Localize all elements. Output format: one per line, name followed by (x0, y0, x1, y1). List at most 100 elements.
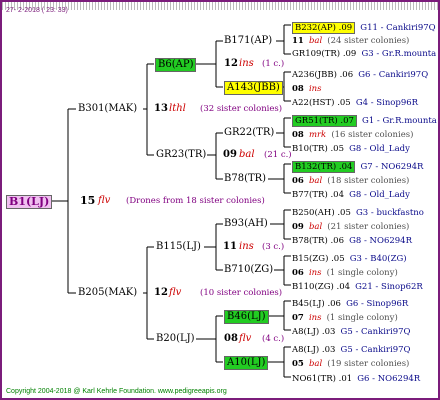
gen1-queen-race: lthl (169, 103, 186, 114)
gen4-drone-row: 05 bal (19 sister colonies) (292, 355, 409, 370)
gen3-queen-id[interactable]: B93(AH) (224, 218, 268, 230)
gen4-drone-row: 09 bal (21 sister colonies) (292, 218, 409, 233)
gen2-queen-number: 09 (223, 149, 237, 160)
gen4-queen-row: B250(AH) .05 G3 - buckfastno (292, 204, 424, 219)
gen4-queen-row: GR109(TR) .09 G3 - Gr.R.mounta (292, 45, 436, 60)
gen4-breeder: G6 - NO6294R (357, 374, 421, 384)
gen4-breeder: G3 - Gr.R.mounta (361, 49, 437, 59)
gen4-queen-row: B45(LJ) .06 G6 - Sinop96R (292, 295, 408, 310)
gen4-queen-id[interactable]: A22(HST) .05 (292, 98, 351, 108)
gen1-queen-id[interactable]: B301(MAK) (78, 103, 137, 115)
gen4-queen-row: B110(ZG) .04 G21 - Sinop62R (292, 278, 423, 293)
gen4-race: bal (308, 176, 323, 186)
gen3-queen-id[interactable]: B171(AP) (224, 35, 272, 47)
gen4-drone-row: 08 mrk (16 sister colonies) (292, 126, 413, 141)
gen4-race: mrk (308, 130, 327, 140)
gen3-queen-number: 12 (224, 58, 238, 69)
gen4-drone-row: 08 ins (292, 80, 322, 95)
gen3-queen-note: (4 c.) (262, 334, 285, 344)
gen1-queen-note: (10 sister colonies) (200, 288, 283, 298)
gen4-queen-id[interactable]: GR109(TR) .09 (292, 49, 356, 59)
gen4-queen-id[interactable]: A8(LJ) .03 (292, 345, 335, 355)
gen4-race: bal (308, 222, 323, 232)
gen4-breeder: G1 - Gr.R.mounta (362, 116, 437, 126)
gen1-queen-note: (32 sister colonies) (200, 104, 283, 114)
root-queen-number: 15 (80, 194, 96, 207)
gen4-drone-row: 06 ins (1 single colony) (292, 264, 398, 279)
gen4-breeder: G8 - Old_Lady (349, 144, 410, 154)
gen4-number: 08 (292, 84, 304, 94)
gen4-note: (18 sister colonies) (327, 176, 410, 186)
gen4-breeder: G3 - B40(ZG) (349, 254, 407, 264)
gen2-queen-id[interactable]: GR23(TR) (156, 149, 206, 161)
root-queen-race: flv (98, 195, 111, 206)
gen4-queen-id[interactable]: B15(ZG) .05 (292, 254, 345, 264)
gen4-queen-row: B132(TR) .04 G7 - NO6294R (292, 158, 423, 173)
gen4-number: 08 (292, 130, 304, 140)
gen4-queen-row: A8(LJ) .03 G5 - Cankiri97Q (292, 323, 411, 338)
gen3-queen-note: (1 c.) (262, 59, 285, 69)
gen1-queen-number: 12 (154, 287, 168, 298)
gen3-queen-id[interactable]: B710(ZG) (224, 264, 273, 276)
gen4-note: (1 single colony) (326, 268, 398, 278)
gen4-number: 09 (292, 222, 304, 232)
gen4-queen-id[interactable]: B77(TR) .04 (292, 190, 344, 200)
gen4-breeder: G21 - Sinop62R (355, 282, 423, 292)
gen3-queen-id[interactable]: A143(JBB) (224, 81, 283, 95)
gen2-queen-note: (3 c.) (262, 242, 285, 252)
gen4-queen-row: NO61(TR) .01 G6 - NO6294R (292, 370, 420, 385)
gen4-breeder: G8 - Old_Lady (349, 190, 410, 200)
gen3-queen-number: 08 (224, 333, 238, 344)
root-queen-note: (Drones from 18 sister colonies) (126, 196, 265, 206)
gen1-queen-race: flv (169, 287, 182, 298)
gen4-breeder: G6 - Sinop96R (346, 299, 409, 309)
gen3-queen-id[interactable]: GR22(TR) (224, 127, 274, 139)
gen4-number: 06 (292, 268, 304, 278)
gen1-queen-number: 13 (154, 103, 168, 114)
gen4-queen-id[interactable]: B78(TR) .06 (292, 236, 344, 246)
gen4-number: 05 (292, 359, 304, 369)
gen4-breeder: G7 - NO6294R (360, 162, 424, 172)
gen4-queen-row: B15(ZG) .05 G3 - B40(ZG) (292, 250, 407, 265)
gen3-queen-id[interactable]: A10(LJ) (224, 356, 269, 370)
gen4-breeder: G5 - Cankiri97Q (340, 327, 411, 337)
gen4-queen-row: B10(TR) .05 G8 - Old_Lady (292, 140, 410, 155)
gen2-queen-id[interactable]: B20(LJ) (156, 333, 195, 345)
gen2-queen-note: (21 c.) (264, 150, 292, 160)
gen4-queen-id[interactable]: B45(LJ) .06 (292, 299, 341, 309)
copyright-footer: Copyright 2004-2018 @ Karl Kehrle Founda… (6, 388, 227, 395)
gen4-breeder: G3 - buckfastno (355, 208, 424, 218)
gen4-queen-id[interactable]: A236(JBB) .06 (292, 70, 353, 80)
gen4-race: bal (308, 359, 323, 369)
gen3-queen-race: flv (239, 333, 252, 344)
gen4-note: (19 sister colonies) (327, 359, 410, 369)
gen4-queen-row: GR51(TR) .07 G1 - Gr.R.mounta (292, 112, 437, 127)
gen4-queen-id[interactable]: NO61(TR) .01 (292, 374, 352, 384)
gen4-race: ins (308, 84, 322, 94)
gen4-number: 06 (292, 176, 304, 186)
gen4-note: (21 sister colonies) (327, 222, 410, 232)
gen4-queen-row: B78(TR) .06 G8 - NO6294R (292, 232, 412, 247)
gen2-queen-race: bal (239, 149, 255, 160)
gen4-number: 07 (292, 313, 304, 323)
gen4-queen-row: A236(JBB) .06 G6 - Cankiri97Q (292, 66, 428, 81)
gen1-queen-id[interactable]: B205(MAK) (78, 287, 137, 299)
root-queen-id[interactable]: B1(LJ) (6, 195, 53, 209)
pedigree-chart: 27- 2-2018 ( 23: 33) B1(LJ) 15 flv (Dron… (0, 0, 440, 400)
gen4-queen-id[interactable]: A8(LJ) .03 (292, 327, 335, 337)
gen4-breeder: G6 - Cankiri97Q (358, 70, 429, 80)
gen4-breeder: G4 - Sinop96R (355, 98, 419, 108)
gen4-race: ins (308, 313, 322, 323)
gen2-queen-race: ins (239, 241, 254, 252)
gen3-queen-id[interactable]: B46(LJ) (224, 310, 269, 324)
gen4-queen-id[interactable]: B10(TR) .05 (292, 144, 344, 154)
gen3-queen-id[interactable]: B78(TR) (224, 173, 266, 185)
gen2-queen-number: 11 (223, 241, 237, 252)
gen2-queen-id[interactable]: B6(AP) (155, 58, 197, 72)
gen4-queen-row: B77(TR) .04 G8 - Old_Lady (292, 186, 410, 201)
gen2-queen-id[interactable]: B115(LJ) (156, 241, 201, 253)
gen4-queen-row: A8(LJ) .03 G5 - Cankiri97Q (292, 341, 411, 356)
gen4-drone-row: 07 ins (1 single colony) (292, 309, 398, 324)
gen4-queen-row: A22(HST) .05 G4 - Sinop96R (292, 94, 418, 109)
gen4-drone-row: 06 bal (18 sister colonies) (292, 172, 409, 187)
